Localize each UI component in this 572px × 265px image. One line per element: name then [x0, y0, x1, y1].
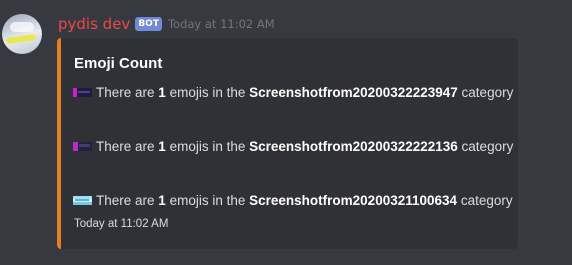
- embed-row: There are 1 emojis in the Screenshotfrom…: [73, 85, 513, 100]
- row-prefix: There are: [96, 193, 155, 208]
- avatar-cloud: [10, 22, 34, 32]
- embed-footer-timestamp: Today at 11:02 AM: [74, 218, 169, 230]
- avatar-streak: [5, 33, 37, 45]
- bot-tag: BOT: [135, 17, 162, 31]
- custom-emoji-icon[interactable]: [73, 196, 92, 205]
- row-count: 1: [158, 85, 166, 100]
- row-category: Screenshotfrom20200322223947: [249, 85, 458, 100]
- row-prefix: There are: [96, 85, 155, 100]
- embed: Emoji Count There are 1 emojis in the Sc…: [57, 38, 518, 249]
- row-count: 1: [158, 193, 166, 208]
- avatar[interactable]: [2, 14, 42, 54]
- message-header: pydis dev BOT Today at 11:02 AM: [58, 14, 275, 34]
- row-category: Screenshotfrom20200321100634: [249, 193, 458, 208]
- author-username[interactable]: pydis dev: [58, 15, 130, 33]
- message-timestamp[interactable]: Today at 11:02 AM: [168, 17, 275, 31]
- row-count: 1: [158, 139, 166, 154]
- row-category: Screenshotfrom20200322222136: [249, 139, 458, 154]
- row-suffix: category: [461, 139, 514, 154]
- embed-row: There are 1 emojis in the Screenshotfrom…: [73, 139, 513, 154]
- embed-row: There are 1 emojis in the Screenshotfrom…: [73, 193, 513, 208]
- row-middle: emojis in the: [169, 193, 246, 208]
- embed-title: Emoji Count: [74, 55, 163, 72]
- row-suffix: category: [460, 193, 513, 208]
- row-suffix: category: [461, 85, 514, 100]
- row-middle: emojis in the: [169, 139, 246, 154]
- row-middle: emojis in the: [169, 85, 246, 100]
- custom-emoji-icon[interactable]: [73, 88, 92, 97]
- custom-emoji-icon[interactable]: [73, 142, 92, 151]
- row-prefix: There are: [96, 139, 155, 154]
